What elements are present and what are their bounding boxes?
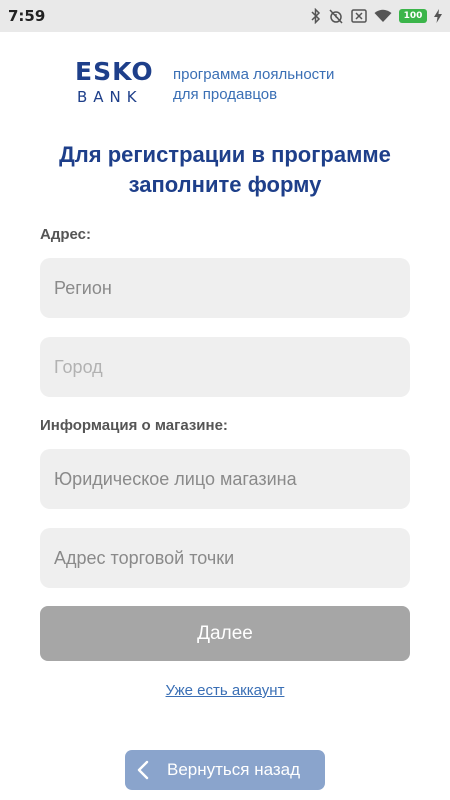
back-button-label: Вернуться назад — [167, 760, 301, 779]
logo-brand: ESKO — [75, 57, 154, 86]
alarm-off-icon — [328, 8, 344, 24]
region-input[interactable] — [40, 258, 410, 318]
back-button[interactable]: Вернуться назад — [125, 750, 325, 790]
wifi-icon — [374, 9, 392, 23]
esko-bank-logo: ESKO BANK — [75, 58, 155, 108]
store-address-input[interactable] — [40, 528, 410, 588]
status-bar: 7:59 100 — [0, 0, 450, 32]
sim-blocked-icon — [351, 9, 367, 23]
city-input[interactable] — [40, 337, 410, 397]
address-section-label: Адрес: — [40, 226, 91, 243]
program-description: программа лояльности для продавцов — [173, 65, 334, 105]
chevron-left-icon — [137, 760, 167, 780]
logo-sub: BANK — [77, 88, 143, 106]
page-title-line-1: Для регистрации в программе — [59, 142, 391, 167]
battery-icon: 100 — [399, 9, 427, 23]
page-title: Для регистрации в программе заполните фо… — [0, 140, 450, 200]
battery-level: 100 — [403, 11, 423, 21]
program-line-2: для продавцов — [173, 86, 278, 103]
status-time: 7:59 — [8, 7, 46, 25]
existing-account-link[interactable]: Уже есть аккаунт — [0, 682, 450, 699]
page-title-line-2: заполните форму — [128, 172, 322, 197]
legal-entity-input[interactable] — [40, 449, 410, 509]
program-line-1: программа лояльности — [173, 66, 335, 83]
status-icons: 100 — [311, 7, 442, 25]
bluetooth-icon — [311, 8, 321, 24]
charging-icon — [434, 9, 442, 23]
next-button[interactable]: Далее — [40, 606, 410, 661]
store-section-label: Информация о магазине: — [40, 417, 228, 434]
